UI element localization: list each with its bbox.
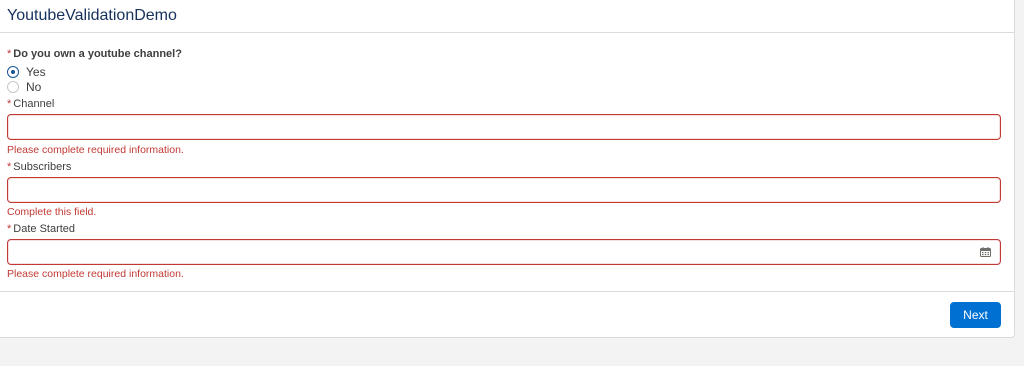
page-title: YoutubeValidationDemo [7,7,177,24]
question-text: Do you own a youtube channel? [13,48,182,60]
flow-card: YoutubeValidationDemo * Do you own a yout… [0,0,1015,338]
required-marker: * [7,223,12,235]
channel-field[interactable] [7,114,1001,140]
date-started-label: * Date Started [7,223,75,235]
calendar-icon[interactable] [980,247,991,257]
channel-error: Please complete required information. [7,144,184,156]
subscribers-label-text: Subscribers [13,161,72,173]
radio-option-no[interactable]: No [7,80,41,94]
date-started-field[interactable] [7,239,1001,265]
card-header: YoutubeValidationDemo [0,0,1014,33]
date-started-input[interactable] [8,240,1000,264]
date-started-error: Please complete required information. [7,268,184,280]
subscribers-field[interactable] [7,177,1001,203]
radio-no-label[interactable]: No [26,80,41,94]
radio-yes[interactable] [7,66,19,78]
radio-option-yes[interactable]: Yes [7,65,46,79]
channel-input[interactable] [8,115,1000,139]
card-footer: Next [0,291,1014,337]
next-button[interactable]: Next [950,302,1001,328]
date-started-label-text: Date Started [13,223,76,235]
radio-no[interactable] [7,81,19,93]
question-label: * Do you own a youtube channel? [7,48,182,60]
channel-label: * Channel [7,98,54,110]
subscribers-input[interactable] [8,178,1000,202]
radio-yes-label[interactable]: Yes [26,65,46,79]
required-marker: * [7,48,12,60]
subscribers-label: * Subscribers [7,161,71,173]
required-marker: * [7,161,12,173]
channel-label-text: Channel [13,98,55,110]
subscribers-error: Complete this field. [7,206,97,218]
required-marker: * [7,98,12,110]
